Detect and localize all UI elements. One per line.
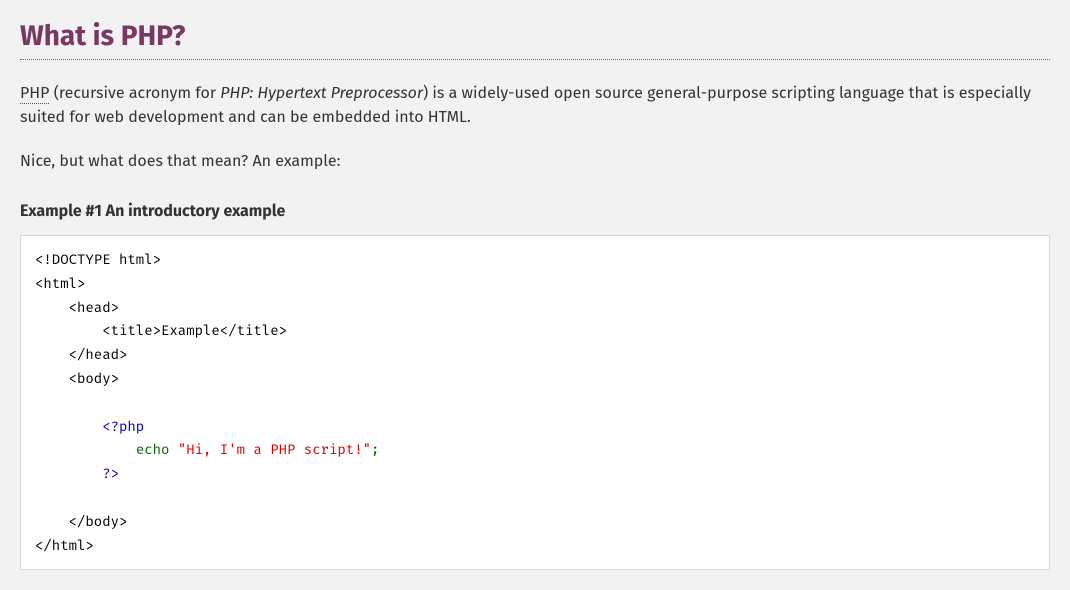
code-indent <box>35 441 136 458</box>
php-fullname: PHP: Hypertext Preprocessor <box>220 84 423 103</box>
code-example: <!DOCTYPE html> <html> <head> <title>Exa… <box>20 235 1050 570</box>
intro-paragraph: PHP (recursive acronym for PHP: Hypertex… <box>20 82 1050 130</box>
php-semicolon: ; <box>371 441 379 458</box>
code-indent <box>35 418 102 435</box>
php-string: "Hi, I'm a PHP script!" <box>178 441 371 458</box>
page-title: What is PHP? <box>20 20 1050 60</box>
example-caption: Example #1 An introductory example <box>20 202 1050 221</box>
php-abbr: PHP <box>20 84 49 104</box>
php-keyword-echo: echo <box>136 441 178 458</box>
code-line: </body> <box>35 513 127 530</box>
code-line: </html> <box>35 537 94 554</box>
code-line: </head> <box>35 346 127 363</box>
code-indent <box>35 465 102 482</box>
code-line: <body> <box>35 370 119 387</box>
intro-text-before: (recursive acronym for <box>49 84 220 103</box>
php-close-tag: ?> <box>102 465 119 482</box>
code-line: <html> <box>35 275 85 292</box>
code-line: <head> <box>35 299 119 316</box>
php-open-tag: <?php <box>102 418 144 435</box>
lead-question: Nice, but what does that mean? An exampl… <box>20 150 1050 174</box>
code-line: <!DOCTYPE html> <box>35 251 161 268</box>
code-line: <title>Example</title> <box>35 322 287 339</box>
